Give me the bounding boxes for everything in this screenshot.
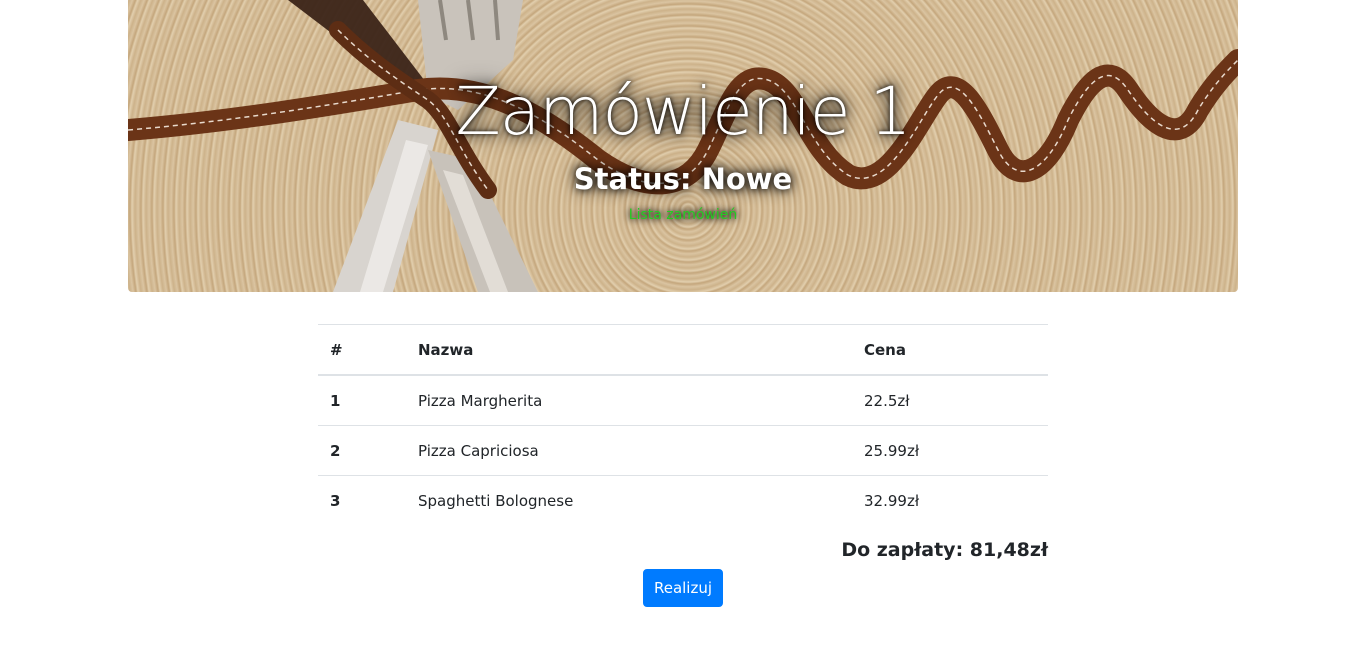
item-price: 22.5zł bbox=[852, 374, 1048, 426]
table-row: 1 Pizza Margherita 22.5zł bbox=[318, 374, 1048, 426]
item-name: Pizza Margherita bbox=[406, 374, 852, 426]
item-name: Spaghetti Bolognese bbox=[406, 475, 852, 525]
orders-list-link-label[interactable]: Lista zamówień bbox=[629, 207, 737, 223]
table-header-row: # Nazwa Cena bbox=[318, 324, 1048, 376]
page-title: Zamówienie 1 bbox=[455, 73, 912, 150]
hero-banner: Zamówienie 1 Status: Nowe Lista zamówień bbox=[128, 0, 1238, 292]
order-total: Do zapłaty: 81,48zł bbox=[841, 539, 1048, 561]
row-index: 1 bbox=[318, 374, 406, 426]
table-row: 3 Spaghetti Bolognese 32.99zł bbox=[318, 475, 1048, 525]
item-price: 25.99zł bbox=[852, 425, 1048, 476]
row-index: 3 bbox=[318, 475, 406, 525]
row-index: 2 bbox=[318, 425, 406, 476]
order-items-table: # Nazwa Cena 1 Pizza Margherita 22.5zł 2… bbox=[318, 324, 1048, 525]
column-header-name: Nazwa bbox=[406, 324, 852, 376]
item-name: Pizza Capriciosa bbox=[406, 425, 852, 476]
realize-order-button[interactable]: Realizuj bbox=[643, 569, 723, 607]
table-row: 2 Pizza Capriciosa 25.99zł bbox=[318, 425, 1048, 476]
column-header-price: Cena bbox=[852, 324, 1048, 376]
item-price: 32.99zł bbox=[852, 475, 1048, 525]
column-header-index: # bbox=[318, 324, 406, 376]
order-status: Status: Nowe bbox=[573, 162, 793, 196]
orders-list-link[interactable]: Lista zamówień bbox=[128, 205, 1238, 225]
